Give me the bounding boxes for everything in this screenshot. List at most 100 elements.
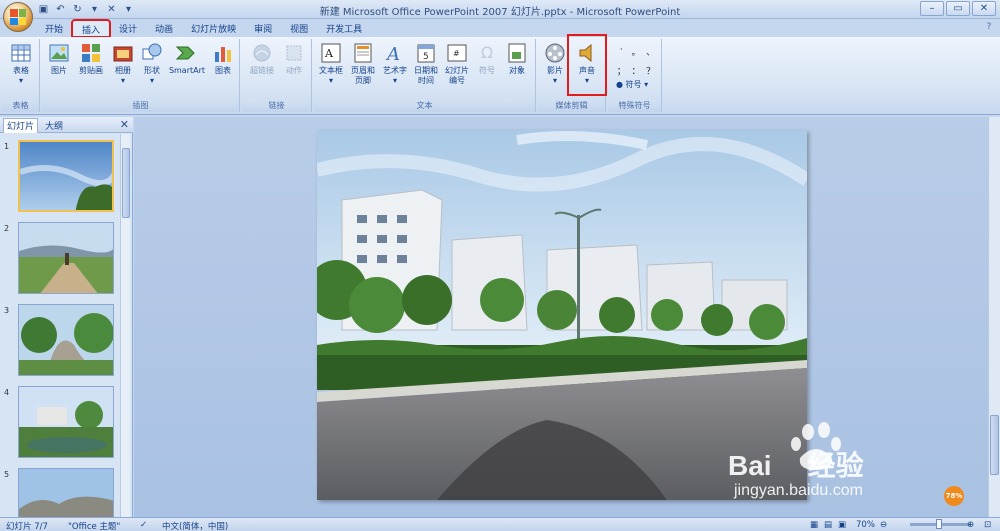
baidu-watermark: Bai 经验 jingyan.baidu.com 78% (728, 420, 968, 510)
normal-view-icon[interactable]: ▦ (810, 520, 818, 530)
group-special: · 。 、 ； ： ？ ● 符号 ▾ 特殊符号 (608, 39, 662, 112)
special-char[interactable]: ； (614, 64, 629, 77)
header-footer-icon (352, 42, 374, 64)
zoom-out-icon[interactable]: ⊖ (880, 520, 887, 530)
tab-design[interactable]: 设计 (110, 20, 146, 37)
tab-developer[interactable]: 开发工具 (317, 20, 371, 37)
table-icon (10, 42, 32, 64)
action-button[interactable]: 动作 (280, 42, 308, 76)
slide-thumbnail[interactable] (18, 304, 114, 376)
svg-text:5: 5 (423, 52, 429, 62)
scroll-thumb[interactable] (990, 415, 999, 475)
picture-icon (48, 42, 70, 64)
slide-number: 1 (4, 142, 10, 151)
office-logo-icon (10, 9, 26, 25)
film-reel-icon (544, 42, 566, 64)
wordart-button[interactable]: A 艺术字 ▾ (380, 42, 410, 86)
tab-animations[interactable]: 动画 (146, 20, 182, 37)
hyperlink-icon (251, 42, 273, 64)
table-button[interactable]: 表格 ▾ (6, 42, 36, 86)
slide-thumbnail[interactable] (18, 386, 114, 458)
calendar-icon: 5 (415, 42, 437, 64)
sound-highlight-box (567, 34, 607, 96)
slide-thumbnail[interactable] (18, 222, 114, 294)
slide-number: 3 (4, 306, 10, 315)
textbox-icon: A (320, 42, 342, 64)
scroll-thumb[interactable] (122, 148, 130, 218)
symbol-button[interactable]: Ω 符号 (473, 42, 501, 76)
smartart-icon (176, 42, 198, 64)
watermark-brand: Bai 经验 (728, 450, 864, 481)
group-label-table: 表格 (2, 100, 39, 112)
wordart-icon: A (384, 42, 406, 64)
office-button[interactable] (3, 2, 33, 32)
hyperlink-button[interactable]: 超链接 (246, 42, 278, 76)
minimize-button[interactable]: – (920, 1, 944, 16)
special-char[interactable]: ？ (643, 64, 658, 77)
slide-number-icon: # (446, 42, 468, 64)
help-icon[interactable]: ? (984, 22, 994, 32)
tab-slides[interactable]: 幻灯片 (3, 118, 39, 133)
clipart-icon (80, 42, 102, 64)
special-char[interactable]: · (614, 45, 629, 58)
picture-button[interactable]: 图片 (46, 42, 72, 76)
group-label-links: 链接 (242, 100, 311, 112)
zoom-in-icon[interactable]: ⊕ (967, 520, 974, 530)
theme-name: "Office 主题" (68, 522, 121, 531)
maximize-button[interactable]: ▭ (946, 1, 970, 16)
action-icon (283, 42, 305, 64)
zoom-slider-knob[interactable] (936, 519, 942, 529)
object-icon (506, 42, 528, 64)
slide-counter: 幻灯片 7/7 (6, 522, 48, 531)
group-label-text: 文本 (314, 100, 535, 112)
bullet-icon: ● (616, 80, 623, 89)
ribbon-right-icons: ? (984, 22, 994, 32)
ribbon-tabs: 开始 插入 设计 动画 幻灯片放映 审阅 视图 开发工具 (36, 19, 371, 38)
special-char-grid: · 。 、 ； ： ？ (614, 45, 658, 77)
header-footer-button[interactable]: 页眉和 页脚 (347, 42, 379, 86)
slide-number-button[interactable]: # 幻灯片 编号 (442, 42, 472, 86)
fit-window-icon[interactable]: ⊡ (984, 520, 991, 530)
tab-outline[interactable]: 大纲 (42, 119, 66, 132)
language-label: 中文(简体，中国) (162, 522, 229, 531)
thumbnail-scrollbar[interactable] (120, 134, 130, 517)
datetime-button[interactable]: 5 日期和 时间 (411, 42, 441, 86)
close-pane-icon[interactable]: ✕ (120, 118, 129, 131)
album-icon (112, 42, 134, 64)
clipart-button[interactable]: 剪贴画 (75, 42, 107, 76)
sorter-view-icon[interactable]: ▤ (824, 520, 832, 530)
chart-button[interactable]: 图表 (210, 42, 236, 76)
slide-number: 5 (4, 470, 10, 479)
svg-text:#: # (453, 49, 460, 58)
slideshow-view-icon[interactable]: ▣ (838, 520, 846, 530)
group-label-media: 媒体剪辑 (538, 100, 605, 112)
special-char[interactable]: 。 (629, 45, 644, 58)
tab-insert[interactable]: 插入 (71, 19, 112, 38)
title-bar: ▣ ↶ ↻ ▾ ✕ ▾ 新建 Microsoft Office PowerPoi… (0, 0, 1000, 19)
omega-icon: Ω (480, 43, 494, 62)
object-button[interactable]: 对象 (502, 42, 532, 76)
tab-view[interactable]: 视图 (281, 20, 317, 37)
status-bar: 幻灯片 7/7 "Office 主题" ✓ 中文(简体，中国) ▦ ▤ ▣ 70… (0, 517, 1000, 531)
slide-thumbnail[interactable] (18, 140, 114, 212)
special-symbol-button[interactable]: ● 符号 ▾ (616, 79, 648, 90)
shapes-button[interactable]: 形状 ▾ (139, 42, 165, 86)
tab-home[interactable]: 开始 (36, 20, 72, 37)
window-title: 新建 Microsoft Office PowerPoint 2007 幻灯片.… (319, 7, 681, 18)
movie-button[interactable]: 影片 ▾ (540, 42, 570, 86)
special-char[interactable]: ： (629, 64, 644, 77)
window-controls: – ▭ ✕ (920, 1, 996, 16)
zoom-level[interactable]: 70% (856, 520, 875, 530)
album-button[interactable]: 相册 ▾ (110, 42, 136, 86)
tab-slideshow[interactable]: 幻灯片放映 (182, 20, 245, 37)
tab-review[interactable]: 审阅 (245, 20, 281, 37)
special-char[interactable]: 、 (643, 45, 658, 58)
slide-thumbnail[interactable] (18, 468, 114, 517)
smartart-button[interactable]: SmartArt (167, 42, 207, 76)
close-button[interactable]: ✕ (972, 1, 996, 16)
textbox-button[interactable]: A 文本框 ▾ (316, 42, 346, 86)
ribbon: 表格 ▾ 表格 图片 剪贴画 相册 ▾ 形状 ▾ SmartArt 图表 插图 … (0, 37, 1000, 115)
spellcheck-icon[interactable]: ✓ (140, 520, 147, 530)
group-table: 表格 ▾ 表格 (2, 39, 40, 112)
editor-scrollbar[interactable] (988, 117, 1000, 517)
